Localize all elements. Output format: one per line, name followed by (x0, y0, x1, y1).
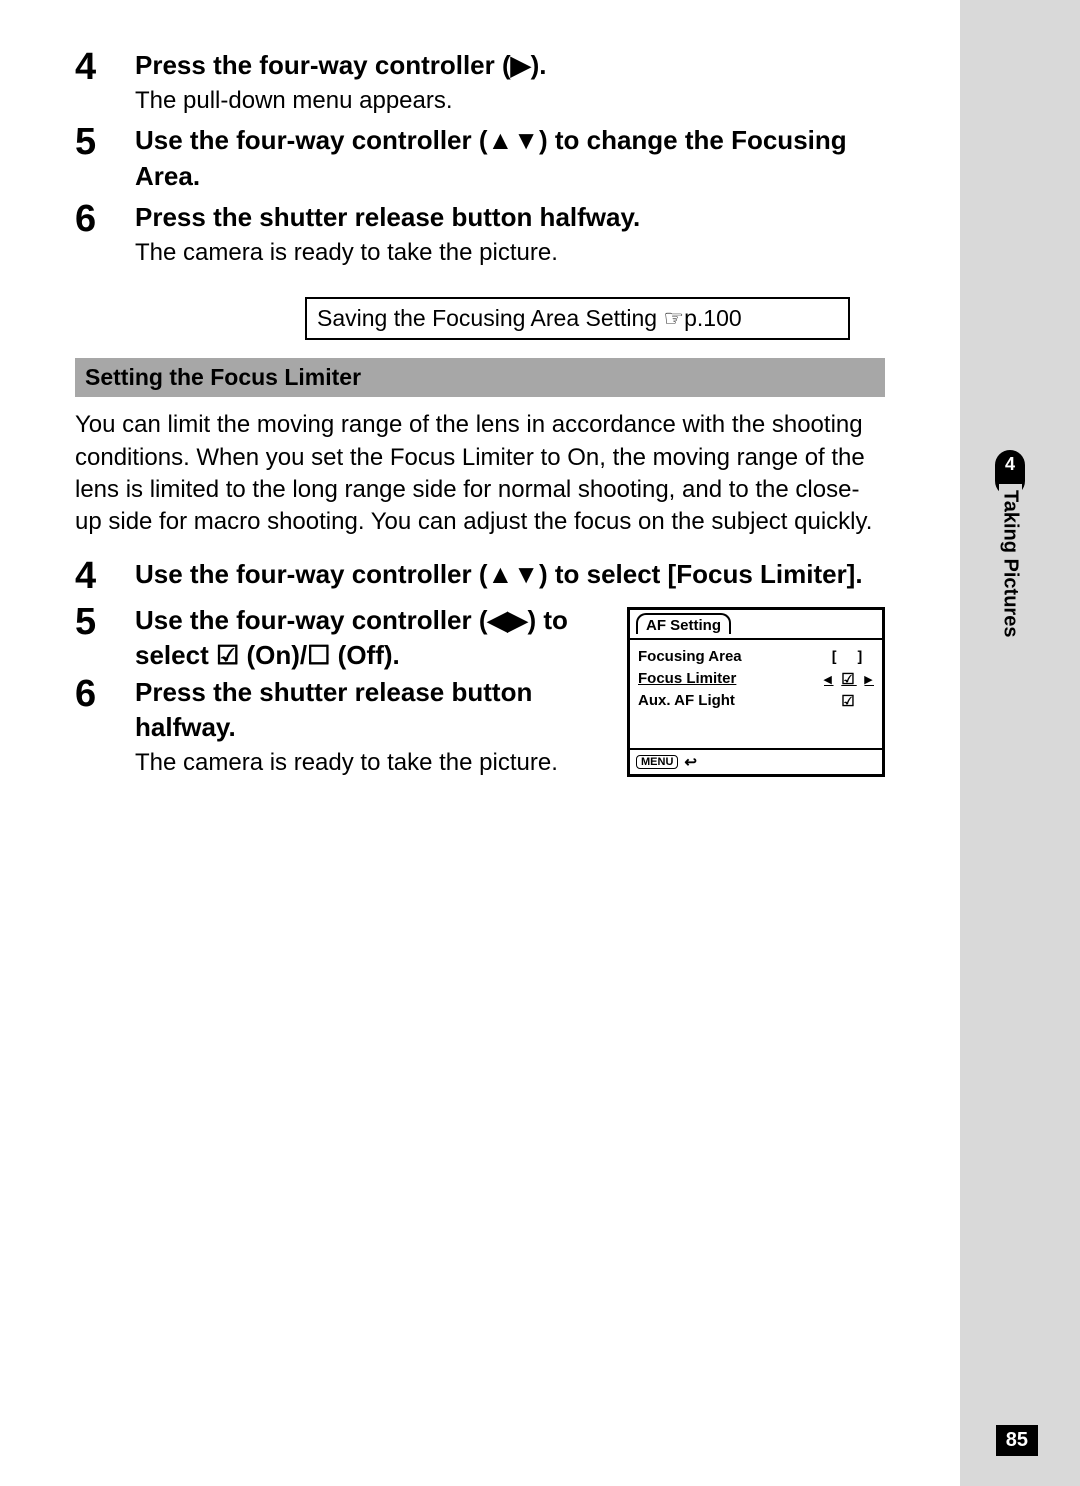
checkbox-on-icon: ☑ (841, 670, 856, 688)
section-body-paragraph: You can limit the moving range of the le… (75, 409, 885, 539)
sidebar-gray-strip (960, 0, 1080, 1486)
menu-tab: AF Setting (636, 613, 731, 634)
manual-page: 4 Press the four-way controller (▶). The… (0, 0, 960, 1486)
step-a-4: 4 Press the four-way controller (▶). The… (75, 48, 885, 117)
step-a-5: 5 Use the four-way controller (▲▼) to ch… (75, 123, 885, 193)
step-heading: Press the four-way controller (▶). (135, 48, 885, 83)
step-number: 4 (75, 48, 135, 117)
section-heading-bar: Setting the Focus Limiter (75, 358, 885, 397)
step-b-5: 5 Use the four-way controller (◀▶) to se… (75, 603, 609, 673)
step-b-6: 6 Press the shutter release button halfw… (75, 675, 609, 780)
menu-button-label: MENU (636, 755, 678, 769)
step-b-4: 4 Use the four-way controller (▲▼) to se… (75, 557, 885, 597)
step-heading: Use the four-way controller (▲▼) to chan… (135, 123, 885, 193)
chapter-side-tab: 4 Taking Pictures (995, 450, 1025, 637)
step-number: 6 (75, 200, 135, 269)
step-a-6: 6 Press the shutter release button halfw… (75, 200, 885, 269)
menu-item-label: Focusing Area (638, 648, 824, 665)
menu-footer: MENU ↩ (630, 748, 882, 774)
right-arrow-icon: ▸ (864, 670, 874, 688)
step-heading: Press the shutter release button halfway… (135, 675, 609, 745)
menu-item-focusing-area: Focusing Area [ ] (638, 646, 874, 668)
left-arrow-icon: ◂ (824, 670, 834, 688)
focus-area-icon: [ ] (824, 648, 874, 666)
return-icon: ↩ (684, 753, 697, 771)
step-heading: Use the four-way controller (▲▼) to sele… (135, 557, 885, 592)
step-heading: Use the four-way controller (◀▶) to sele… (135, 603, 609, 673)
page-number: 85 (996, 1425, 1038, 1456)
menu-item-value: ◂ ☑ ▸ (824, 670, 874, 688)
cross-reference-box: Saving the Focusing Area Setting ☞p.100 (305, 297, 850, 340)
step-subtext: The pull-down menu appears. (135, 85, 885, 117)
menu-item-aux-af-light: Aux. AF Light ☑ (638, 690, 874, 712)
step-number: 5 (75, 123, 135, 193)
step-subtext: The camera is ready to take the picture. (135, 747, 609, 779)
checkbox-on-icon: ☑ (824, 692, 874, 710)
step-heading: Press the shutter release button halfway… (135, 200, 885, 235)
menu-item-focus-limiter: Focus Limiter ◂ ☑ ▸ (638, 668, 874, 690)
step-number: 4 (75, 557, 135, 597)
menu-item-label: Focus Limiter (638, 670, 824, 687)
menu-item-label: Aux. AF Light (638, 692, 824, 709)
step-number: 6 (75, 675, 135, 780)
camera-menu-screenshot: AF Setting Focusing Area [ ] Focus Limit… (627, 607, 885, 777)
chapter-label: Taking Pictures (999, 484, 1022, 637)
step-number: 5 (75, 603, 135, 673)
step-subtext: The camera is ready to take the picture. (135, 237, 885, 269)
